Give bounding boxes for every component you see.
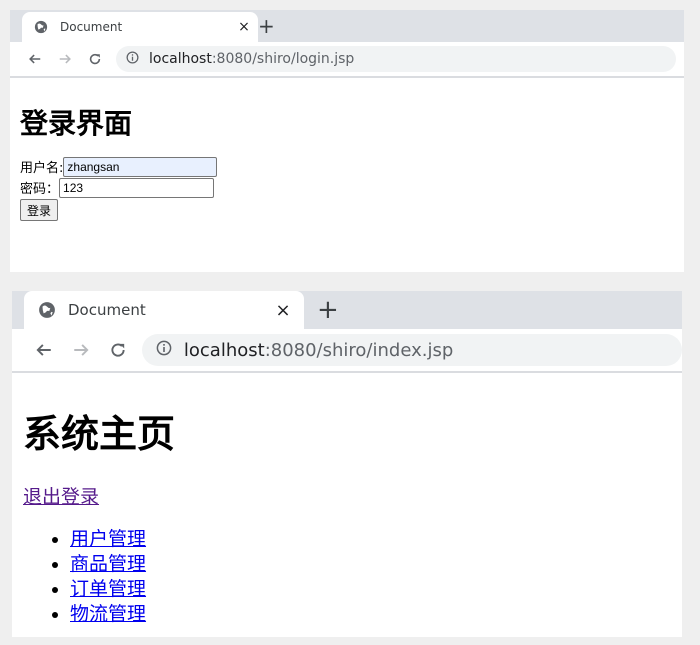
list-item: 订单管理	[70, 577, 671, 602]
browser-toolbar: localhost:8080/shiro/login.jsp	[10, 42, 684, 76]
tab-title: Document	[60, 20, 123, 34]
home-page-content: 系统主页 退出登录 用户管理 商品管理 订单管理 物流管理	[12, 373, 682, 637]
url-host: localhost	[183, 339, 265, 361]
new-tab-icon[interactable]: +	[258, 14, 275, 38]
tab-document[interactable]: Document ×	[24, 291, 304, 329]
password-row: 密码：	[20, 177, 674, 198]
menu-link-order-management[interactable]: 订单管理	[70, 578, 146, 600]
address-bar[interactable]: localhost:8080/shiro/login.jsp	[116, 46, 676, 72]
login-button[interactable]: 登录	[20, 199, 59, 221]
username-label: 用户名:	[20, 161, 64, 176]
password-field[interactable]	[59, 177, 215, 198]
list-item: 物流管理	[70, 602, 671, 627]
menu-link-logistics-management[interactable]: 物流管理	[70, 603, 146, 625]
menu-link-product-management[interactable]: 商品管理	[70, 553, 146, 575]
home-browser-window: Document × + localhost:8080/shiro/index.…	[12, 291, 682, 637]
info-icon[interactable]	[156, 340, 172, 361]
login-form: 用户名: 密码： 登录	[20, 156, 674, 221]
tab-document[interactable]: Document ×	[22, 12, 258, 42]
back-arrow-icon[interactable]	[26, 331, 63, 369]
list-item: 用户管理	[70, 527, 671, 552]
forward-arrow-icon[interactable]	[63, 331, 100, 369]
url-host: localhost	[149, 51, 212, 67]
login-browser-window: Document × + localhost:8080/shiro/login.…	[10, 10, 684, 272]
logout-link[interactable]: 退出登录	[23, 482, 99, 509]
info-icon[interactable]	[126, 50, 139, 68]
forward-arrow-icon[interactable]	[50, 44, 80, 74]
url-path: :8080/shiro/login.jsp	[211, 51, 355, 67]
back-arrow-icon[interactable]	[20, 44, 50, 74]
tab-strip: Document × +	[10, 10, 684, 42]
reload-icon[interactable]	[80, 44, 110, 74]
close-tab-icon[interactable]: ×	[274, 300, 292, 321]
password-label: 密码：	[20, 182, 60, 197]
browser-toolbar: localhost:8080/shiro/index.jsp	[12, 329, 682, 371]
tab-title: Document	[68, 301, 146, 319]
new-tab-icon[interactable]: +	[317, 295, 339, 325]
menu-link-user-management[interactable]: 用户管理	[70, 528, 146, 550]
globe-icon	[34, 20, 48, 34]
page-title: 登录界面	[20, 107, 133, 140]
list-item: 商品管理	[70, 552, 671, 577]
url-path: :8080/shiro/index.jsp	[264, 339, 454, 361]
username-field[interactable]	[63, 156, 218, 177]
address-bar[interactable]: localhost:8080/shiro/index.jsp	[141, 334, 682, 366]
page-title: 系统主页	[23, 412, 176, 456]
close-tab-icon[interactable]: ×	[236, 19, 252, 35]
menu-list: 用户管理 商品管理 订单管理 物流管理	[23, 527, 671, 627]
tab-strip: Document × +	[12, 291, 682, 329]
reload-icon[interactable]	[99, 331, 136, 369]
login-page-content: 登录界面 用户名: 密码： 登录	[10, 78, 684, 272]
globe-icon	[38, 301, 56, 319]
username-row: 用户名:	[20, 156, 674, 177]
